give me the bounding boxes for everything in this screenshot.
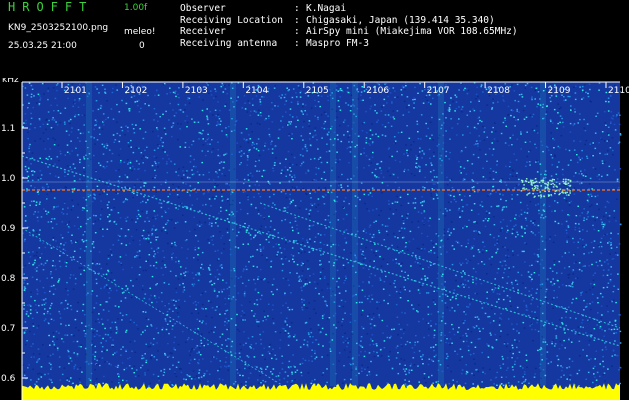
info-row-location: Receiving Location: Chigasaki, Japan (139… (180, 14, 495, 26)
time-tick-label: 2106 (366, 86, 389, 96)
time-tick-label: 2108 (487, 86, 510, 96)
meleo-count: 0 (139, 41, 145, 51)
info-value: Maspro FM-3 (306, 37, 369, 49)
time-tick-label: 2103 (185, 86, 208, 96)
meleo-label: meleo! (124, 27, 156, 37)
time-tick-label: 2102 (124, 86, 147, 96)
freq-tick-label: 0.6 (1, 374, 16, 384)
time-tick-label: 2104 (245, 86, 268, 96)
spectrogram[interactable]: 2101 2102 2103 2104 2105 2106 2107 2108 2109 2110… (0, 78, 629, 400)
info-row-receiver: Receiver: AirSpy mini (Miakejima VOR 108.… (180, 26, 518, 37)
freq-tick-label: 1.0 (1, 174, 16, 184)
app-version: 1.00f (124, 3, 148, 13)
info-key: Observer (180, 3, 226, 14)
spectrogram-background (22, 82, 620, 400)
timestamp: 25.03.25 21:00 (8, 41, 77, 51)
app-title: HROFFT (8, 0, 94, 14)
file-name: KN9_2503252100.png (8, 23, 109, 33)
info-value: AirSpy mini (Miakejima VOR 108.65MHz) (306, 26, 518, 37)
info-key: Receiving antenna (180, 37, 278, 49)
time-tick-label: 2110 (608, 86, 629, 96)
info-key: Receiving Location (180, 14, 283, 26)
freq-tick-label: 0.8 (1, 274, 16, 284)
unit-label: kHz (2, 78, 19, 85)
time-tick-label: 2101 (64, 86, 87, 96)
info-value: K.Nagai (306, 3, 347, 14)
info-row-antenna: Receiving antenna: Maspro FM-3 (180, 37, 369, 49)
freq-tick-label: 0.9 (1, 224, 16, 234)
freq-tick-label: 1.1 (1, 124, 15, 134)
time-tick-label: 2109 (548, 86, 571, 96)
freq-tick-label: 0.7 (1, 324, 15, 334)
info-row-observer: Observer: K.Nagai (180, 3, 347, 14)
time-tick-label: 2105 (306, 86, 329, 96)
station-info: Observer: K.Nagai Receiving Location: Chig… (180, 3, 518, 49)
info-value: Chigasaki, Japan (139.414 35.340) (306, 14, 495, 26)
info-key: Receiver (180, 26, 226, 37)
time-tick-label: 2107 (427, 86, 450, 96)
